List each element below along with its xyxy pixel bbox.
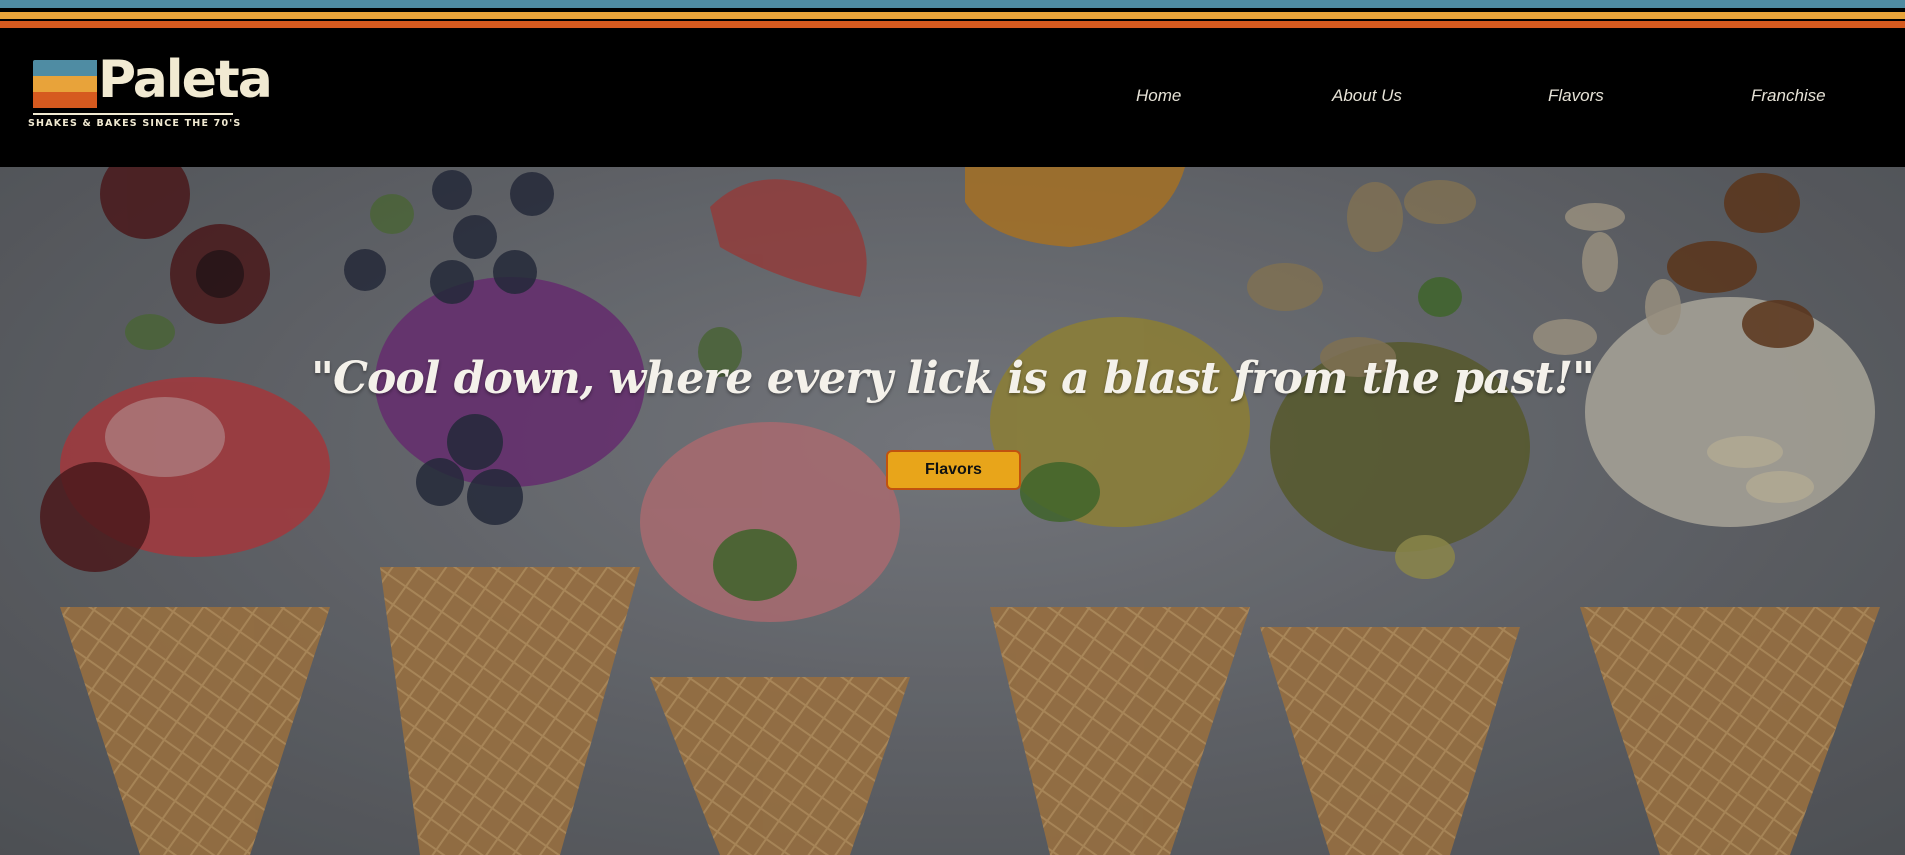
site-header: Paleta SHAKES & BAKES SINCE THE 70'S Hom…	[0, 28, 1905, 167]
nav-franchise-link[interactable]: Franchise	[1751, 86, 1826, 106]
hero-quote: "Cool down, where every lick is a blast …	[311, 353, 1595, 404]
logo-divider	[33, 113, 233, 115]
hero-section: "Cool down, where every lick is a blast …	[0, 167, 1905, 855]
logo-wordmark: Paleta	[98, 50, 273, 110]
flavors-cta-button[interactable]: Flavors	[886, 450, 1021, 490]
nav-about-us-link[interactable]: About Us	[1332, 86, 1402, 106]
logo-tagline: SHAKES & BAKES SINCE THE 70'S	[28, 118, 242, 129]
logo-stripes-icon	[33, 60, 97, 108]
nav-home-link[interactable]: Home	[1136, 86, 1181, 106]
nav-flavors-link[interactable]: Flavors	[1548, 86, 1604, 106]
paleta-logo[interactable]: Paleta SHAKES & BAKES SINCE THE 70'S	[28, 50, 273, 138]
hero-dark-overlay	[0, 167, 1905, 855]
top-retro-stripes	[0, 0, 1905, 28]
